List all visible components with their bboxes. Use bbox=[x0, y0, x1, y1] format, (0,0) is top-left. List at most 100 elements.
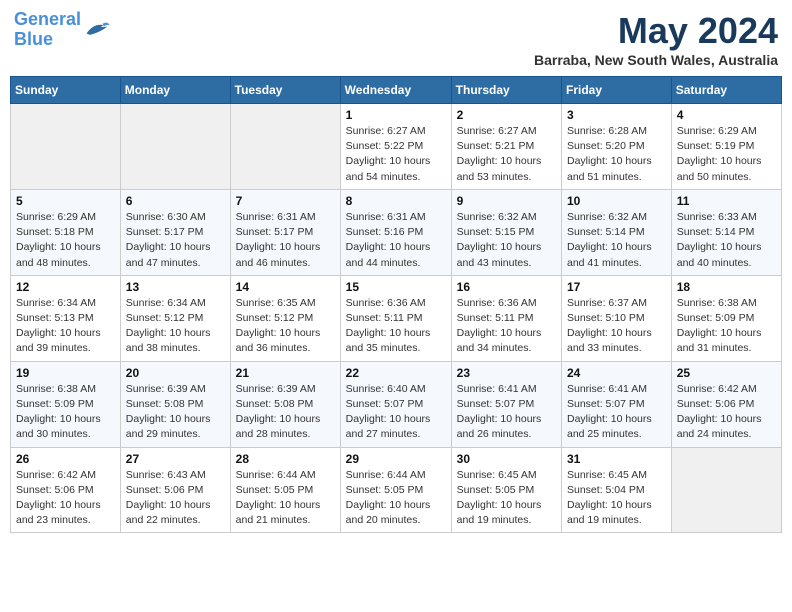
day-info: Sunrise: 6:27 AMSunset: 5:22 PMDaylight:… bbox=[346, 124, 446, 185]
calendar-day-cell bbox=[11, 104, 121, 190]
calendar-day-cell: 28Sunrise: 6:44 AMSunset: 5:05 PMDayligh… bbox=[230, 447, 340, 533]
day-number: 11 bbox=[677, 194, 776, 208]
day-info: Sunrise: 6:34 AMSunset: 5:13 PMDaylight:… bbox=[16, 296, 115, 357]
day-info: Sunrise: 6:38 AMSunset: 5:09 PMDaylight:… bbox=[677, 296, 776, 357]
calendar-day-cell: 22Sunrise: 6:40 AMSunset: 5:07 PMDayligh… bbox=[340, 361, 451, 447]
page-header: General Blue May 2024 Barraba, New South… bbox=[10, 10, 782, 68]
month-title: May 2024 bbox=[534, 10, 778, 52]
calendar-header: SundayMondayTuesdayWednesdayThursdayFrid… bbox=[11, 77, 782, 104]
day-info: Sunrise: 6:27 AMSunset: 5:21 PMDaylight:… bbox=[457, 124, 556, 185]
day-info: Sunrise: 6:39 AMSunset: 5:08 PMDaylight:… bbox=[126, 382, 225, 443]
calendar-week-row: 1Sunrise: 6:27 AMSunset: 5:22 PMDaylight… bbox=[11, 104, 782, 190]
day-number: 5 bbox=[16, 194, 115, 208]
calendar-day-cell: 17Sunrise: 6:37 AMSunset: 5:10 PMDayligh… bbox=[562, 275, 672, 361]
day-number: 8 bbox=[346, 194, 446, 208]
day-info: Sunrise: 6:37 AMSunset: 5:10 PMDaylight:… bbox=[567, 296, 666, 357]
logo-text: General Blue bbox=[14, 10, 81, 50]
day-info: Sunrise: 6:38 AMSunset: 5:09 PMDaylight:… bbox=[16, 382, 115, 443]
day-info: Sunrise: 6:28 AMSunset: 5:20 PMDaylight:… bbox=[567, 124, 666, 185]
weekday-header-thursday: Thursday bbox=[451, 77, 561, 104]
calendar-day-cell: 12 Sunrise: 6:34 AMSunset: 5:13 PMDayligh… bbox=[11, 275, 121, 361]
day-number: 29 bbox=[346, 452, 446, 466]
calendar-table: SundayMondayTuesdayWednesdayThursdayFrid… bbox=[10, 76, 782, 533]
calendar-day-cell: 24 Sunrise: 6:41 AMSunset: 5:07 PMDayligh… bbox=[562, 361, 672, 447]
day-info: Sunrise: 6:40 AMSunset: 5:07 PMDaylight:… bbox=[346, 382, 446, 443]
calendar-day-cell: 23 Sunrise: 6:41 AMSunset: 5:07 PMDayligh… bbox=[451, 361, 561, 447]
day-info: Sunrise: 6:42 AMSunset: 5:06 PMDaylight:… bbox=[16, 468, 115, 529]
calendar-day-cell: 21Sunrise: 6:39 AMSunset: 5:08 PMDayligh… bbox=[230, 361, 340, 447]
calendar-day-cell: 2 Sunrise: 6:27 AMSunset: 5:21 PMDaylight… bbox=[451, 104, 561, 190]
calendar-day-cell: 1Sunrise: 6:27 AMSunset: 5:22 PMDaylight… bbox=[340, 104, 451, 190]
weekday-header-wednesday: Wednesday bbox=[340, 77, 451, 104]
calendar-day-cell bbox=[230, 104, 340, 190]
day-number: 7 bbox=[236, 194, 335, 208]
logo-bird-icon bbox=[83, 19, 111, 41]
calendar-week-row: 5 Sunrise: 6:29 AMSunset: 5:18 PMDaylight… bbox=[11, 189, 782, 275]
day-number: 25 bbox=[677, 366, 776, 380]
calendar-week-row: 26 Sunrise: 6:42 AMSunset: 5:06 PMDayligh… bbox=[11, 447, 782, 533]
day-number: 13 bbox=[126, 280, 225, 294]
calendar-day-cell: 20 Sunrise: 6:39 AMSunset: 5:08 PMDayligh… bbox=[120, 361, 230, 447]
calendar-day-cell: 10Sunrise: 6:32 AMSunset: 5:14 PMDayligh… bbox=[562, 189, 672, 275]
calendar-day-cell: 18 Sunrise: 6:38 AMSunset: 5:09 PMDayligh… bbox=[671, 275, 781, 361]
day-number: 3 bbox=[567, 108, 666, 122]
calendar-day-cell: 16 Sunrise: 6:36 AMSunset: 5:11 PMDayligh… bbox=[451, 275, 561, 361]
calendar-day-cell bbox=[671, 447, 781, 533]
calendar-day-cell: 27 Sunrise: 6:43 AMSunset: 5:06 PMDayligh… bbox=[120, 447, 230, 533]
day-info: Sunrise: 6:32 AMSunset: 5:14 PMDaylight:… bbox=[567, 210, 666, 271]
day-number: 26 bbox=[16, 452, 115, 466]
day-number: 18 bbox=[677, 280, 776, 294]
calendar-day-cell: 14 Sunrise: 6:35 AMSunset: 5:12 PMDayligh… bbox=[230, 275, 340, 361]
day-number: 27 bbox=[126, 452, 225, 466]
calendar-day-cell: 3 Sunrise: 6:28 AMSunset: 5:20 PMDaylight… bbox=[562, 104, 672, 190]
day-number: 31 bbox=[567, 452, 666, 466]
weekday-header-monday: Monday bbox=[120, 77, 230, 104]
calendar-day-cell: 9 Sunrise: 6:32 AMSunset: 5:15 PMDaylight… bbox=[451, 189, 561, 275]
day-info: Sunrise: 6:44 AMSunset: 5:05 PMDaylight:… bbox=[346, 468, 446, 529]
day-info: Sunrise: 6:41 AMSunset: 5:07 PMDaylight:… bbox=[567, 382, 666, 443]
calendar-day-cell: 30 Sunrise: 6:45 AMSunset: 5:05 PMDayligh… bbox=[451, 447, 561, 533]
calendar-day-cell: 26 Sunrise: 6:42 AMSunset: 5:06 PMDayligh… bbox=[11, 447, 121, 533]
day-number: 2 bbox=[457, 108, 556, 122]
day-info: Sunrise: 6:32 AMSunset: 5:15 PMDaylight:… bbox=[457, 210, 556, 271]
logo: General Blue bbox=[14, 10, 111, 50]
calendar-day-cell: 29 Sunrise: 6:44 AMSunset: 5:05 PMDayligh… bbox=[340, 447, 451, 533]
day-info: Sunrise: 6:31 AMSunset: 5:17 PMDaylight:… bbox=[236, 210, 335, 271]
weekday-header-tuesday: Tuesday bbox=[230, 77, 340, 104]
day-info: Sunrise: 6:42 AMSunset: 5:06 PMDaylight:… bbox=[677, 382, 776, 443]
weekday-header-saturday: Saturday bbox=[671, 77, 781, 104]
day-number: 16 bbox=[457, 280, 556, 294]
location: Barraba, New South Wales, Australia bbox=[534, 52, 778, 68]
day-info: Sunrise: 6:43 AMSunset: 5:06 PMDaylight:… bbox=[126, 468, 225, 529]
weekday-header-friday: Friday bbox=[562, 77, 672, 104]
day-info: Sunrise: 6:29 AMSunset: 5:18 PMDaylight:… bbox=[16, 210, 115, 271]
calendar-day-cell: 5 Sunrise: 6:29 AMSunset: 5:18 PMDaylight… bbox=[11, 189, 121, 275]
day-number: 20 bbox=[126, 366, 225, 380]
day-number: 23 bbox=[457, 366, 556, 380]
day-info: Sunrise: 6:33 AMSunset: 5:14 PMDaylight:… bbox=[677, 210, 776, 271]
day-info: Sunrise: 6:30 AMSunset: 5:17 PMDaylight:… bbox=[126, 210, 225, 271]
day-info: Sunrise: 6:45 AMSunset: 5:04 PMDaylight:… bbox=[567, 468, 666, 529]
calendar-day-cell: 13Sunrise: 6:34 AMSunset: 5:12 PMDayligh… bbox=[120, 275, 230, 361]
day-info: Sunrise: 6:45 AMSunset: 5:05 PMDaylight:… bbox=[457, 468, 556, 529]
calendar-body: 1Sunrise: 6:27 AMSunset: 5:22 PMDaylight… bbox=[11, 104, 782, 533]
day-number: 30 bbox=[457, 452, 556, 466]
weekday-header-sunday: Sunday bbox=[11, 77, 121, 104]
day-info: Sunrise: 6:36 AMSunset: 5:11 PMDaylight:… bbox=[346, 296, 446, 357]
day-number: 15 bbox=[346, 280, 446, 294]
title-block: May 2024 Barraba, New South Wales, Austr… bbox=[534, 10, 778, 68]
weekday-header-row: SundayMondayTuesdayWednesdayThursdayFrid… bbox=[11, 77, 782, 104]
day-number: 19 bbox=[16, 366, 115, 380]
day-number: 4 bbox=[677, 108, 776, 122]
day-info: Sunrise: 6:35 AMSunset: 5:12 PMDaylight:… bbox=[236, 296, 335, 357]
day-info: Sunrise: 6:36 AMSunset: 5:11 PMDaylight:… bbox=[457, 296, 556, 357]
day-number: 9 bbox=[457, 194, 556, 208]
day-number: 24 bbox=[567, 366, 666, 380]
day-info: Sunrise: 6:41 AMSunset: 5:07 PMDaylight:… bbox=[457, 382, 556, 443]
calendar-day-cell: 8Sunrise: 6:31 AMSunset: 5:16 PMDaylight… bbox=[340, 189, 451, 275]
day-info: Sunrise: 6:44 AMSunset: 5:05 PMDaylight:… bbox=[236, 468, 335, 529]
calendar-day-cell: 31 Sunrise: 6:45 AMSunset: 5:04 PMDayligh… bbox=[562, 447, 672, 533]
day-number: 6 bbox=[126, 194, 225, 208]
day-number: 14 bbox=[236, 280, 335, 294]
day-number: 12 bbox=[16, 280, 115, 294]
